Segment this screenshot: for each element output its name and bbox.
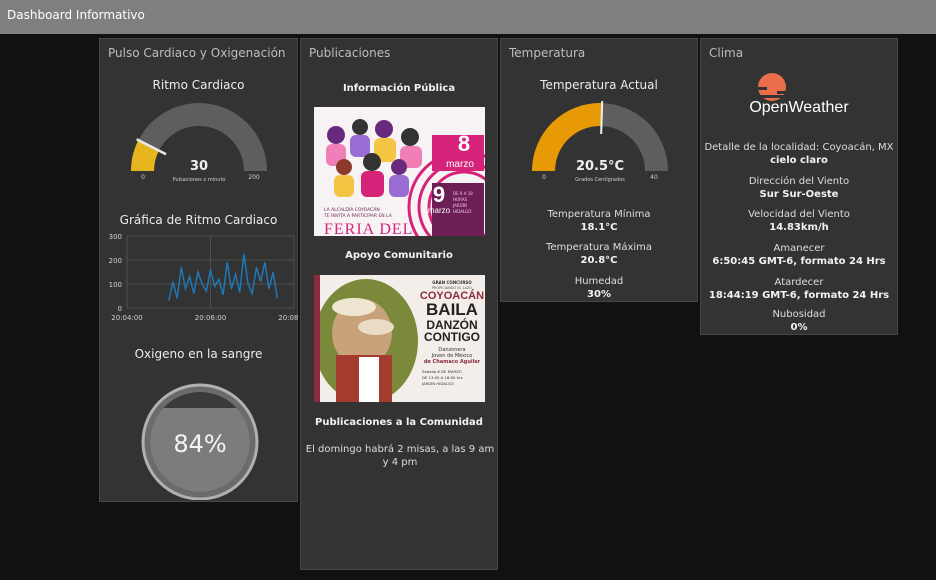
pulse-panel: Pulso Cardiaco y Oxigenación Ritmo Cardi… [99, 38, 299, 502]
danzon-poster[interactable]: GRAN CONCURSO PROPICIANDO EL LAZO COYOAC… [314, 275, 485, 402]
chart-y-tick-label: 100 [109, 281, 122, 289]
poster1-day1: 8 [457, 131, 471, 156]
location-label: Detalle de la localidad: Coyoacán, MX [704, 142, 894, 153]
poster2-tag: GRAN CONCURSO [432, 280, 472, 285]
sunrise-value: 6:50:45 GMT-6, formato 24 Hrs [712, 256, 886, 267]
poster2-line2: BAILA [426, 300, 478, 319]
temp-gauge-title: Temperatura Actual [540, 78, 658, 92]
chart-y-tick-label: 300 [109, 233, 122, 241]
chart-y-tick-label: 0 [118, 305, 122, 313]
weather-panel: Clima OpenWeather Detalle de la localida… [700, 38, 898, 335]
community-posts-title: Publicaciones a la Comunidad [315, 417, 483, 428]
heart-rate-gauge-title: Ritmo Cardiaco [152, 78, 245, 92]
wind-speed-label: Velocidad del Viento [748, 209, 850, 220]
temp-min-value: 18.1°C [580, 222, 618, 233]
heart-rate-units: Pulsaciones x minuto [173, 177, 226, 183]
community-post-text: El domingo habrá 2 misas, a las 9 am y 4… [305, 444, 495, 468]
poster1-month1: marzo [446, 159, 474, 170]
clouds-label: Nubosidad [772, 309, 826, 320]
poster2-line4: CONTIGO [424, 330, 480, 344]
chart-x-tick-label: 20:04:00 [111, 314, 142, 322]
poster1-day2: 9 [432, 182, 446, 207]
heart-rate-chart: 300 200 100 020:04:00 20:06:00 20:08:00 [109, 233, 299, 322]
temperature-panel-title: Temperatura [509, 46, 586, 60]
poster2-caption3: de Chamaco Aguilar [423, 359, 481, 365]
oxygen-level-gauge: 84% [141, 383, 259, 500]
heart-rate-max: 200 [248, 174, 260, 181]
heart-rate-chart-title: Gráfica de Ritmo Cardiaco [119, 213, 278, 227]
weather-description: cielo claro [770, 155, 828, 166]
temp-max-value: 20.8°C [580, 255, 618, 266]
heart-rate-gauge: 30 Pulsaciones x minuto 0 200 [131, 103, 267, 183]
poster1-header: LA ALCALDÍA COYOACÁN TE INVITA A PARTICI… [324, 208, 392, 219]
oxygen-title: Oxigeno en la sangre [134, 347, 263, 361]
poster1-side-lines: DE 9 A 18 HORAS JARDÍN HIDALGO [453, 191, 473, 214]
temp-max-label: Temperatura Máxima [545, 242, 653, 253]
wind-speed-value: 14.83km/h [769, 222, 829, 233]
temperature-units: Grados Centígrados [575, 176, 625, 183]
heart-rate-min: 0 [141, 174, 145, 181]
weather-panel-title: Clima [709, 46, 744, 60]
temp-min-label: Temperatura Mínima [547, 209, 651, 220]
heart-rate-series-line [168, 253, 279, 301]
humidity-label: Humedad [574, 276, 624, 287]
temperature-min-scale: 0 [542, 174, 546, 181]
poster2-date: Sábado 6 DE MARZO [422, 369, 462, 374]
sunset-value: 18:44:19 GMT-6, formato 24 Hrs [708, 290, 890, 301]
openweather-logo-text: OpenWeather [749, 99, 849, 116]
humidity-value: 30% [587, 289, 611, 300]
oxygen-value: 84% [173, 430, 226, 458]
wind-direction-label: Dirección del Viento [748, 176, 850, 187]
publications-panel: Publicaciones Información Pública 8 marz… [300, 38, 498, 570]
poster2-time: DE 13:00 A 18:00 hrs [422, 375, 463, 380]
chart-x-tick-label: 20:06:00 [195, 314, 226, 322]
poster1-big-text: FERIA DEL [324, 221, 414, 236]
pulse-panel-title: Pulso Cardiaco y Oxigenación [108, 46, 286, 60]
heart-rate-value: 30 [190, 159, 208, 174]
chart-x-tick-label: 20:08:00 [278, 314, 299, 322]
wind-direction-value: Sur Sur-Oeste [759, 189, 839, 200]
womens-fair-poster[interactable]: 8 marzo 9 marzo DE 9 A 18 HORAS JARDÍN H… [314, 107, 485, 236]
chart-y-tick-label: 200 [109, 257, 122, 265]
temperature-gauge: 20.5°C Grados Centígrados 0 40 [532, 101, 668, 183]
sunset-label: Atardecer [774, 277, 824, 288]
top-bar: Dashboard Informativo [0, 0, 936, 34]
app-title: Dashboard Informativo [7, 8, 145, 22]
temperature-max-scale: 40 [650, 174, 658, 181]
poster2-place: JARDÍN HIDALGO [422, 381, 454, 386]
sunrise-label: Amanecer [773, 243, 825, 254]
community-support-title: Apoyo Comunitario [345, 250, 453, 261]
temperature-panel: Temperatura Temperatura Actual 20.5°C Gr… [500, 38, 698, 302]
temperature-gauge-needle [600, 101, 604, 135]
publications-panel-title: Publicaciones [309, 46, 391, 60]
clouds-value: 0% [790, 322, 808, 333]
public-info-title: Información Pública [342, 83, 456, 94]
temperature-value: 20.5°C [576, 159, 624, 174]
openweather-logo-icon [755, 73, 791, 101]
